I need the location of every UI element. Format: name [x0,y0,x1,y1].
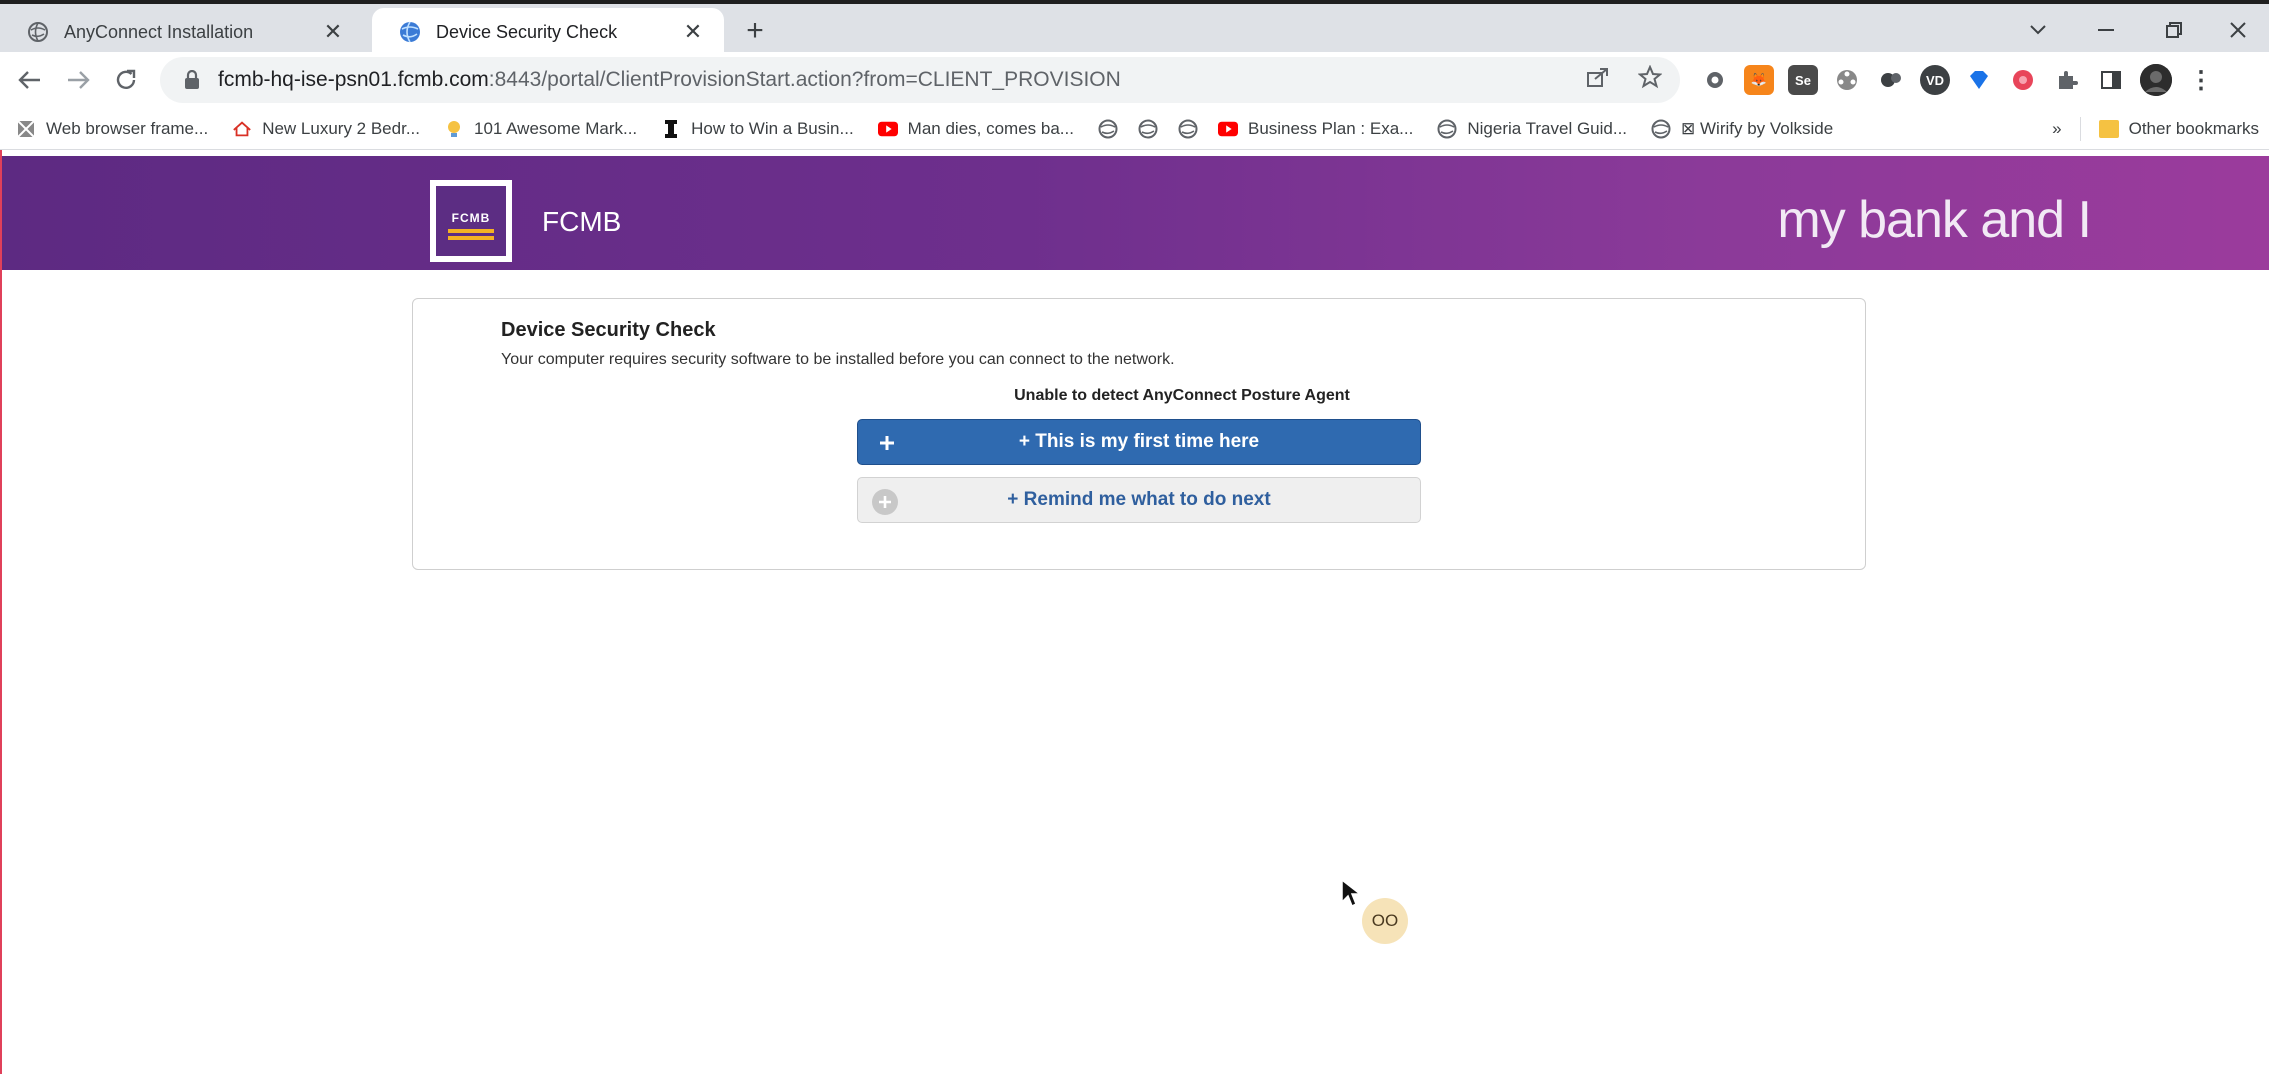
close-window-icon[interactable] [2208,10,2268,50]
restore-icon[interactable] [2144,10,2204,50]
minimize-icon[interactable] [2076,10,2136,50]
logo-mark: FCMB [436,186,506,256]
tab-close-icon[interactable]: ✕ [680,19,706,45]
metamask-fox-icon[interactable]: 🦊 [1744,65,1774,95]
chrome-menu-icon[interactable]: ⋮ [2186,65,2216,95]
bookmark-item[interactable]: Business Plan : Exa... [1217,118,1414,139]
tab-close-icon[interactable]: ✕ [320,19,346,45]
image-icon [16,119,36,139]
tab-title: AnyConnect Installation [64,21,254,42]
bookmark-item[interactable]: 101 Awesome Mark... [444,119,637,139]
shield-ext-icon[interactable] [1876,65,1906,95]
side-panel-icon[interactable] [2096,65,2126,95]
first-time-here-label: + This is my first time here [1018,431,1260,452]
bookmark-item[interactable] [1178,119,1198,139]
bookmark-label: Nigeria Travel Guid... [1467,118,1628,138]
bookmarks-bar: Web browser frame... New Luxury 2 Bedr..… [0,108,2269,150]
plus-icon [876,432,898,454]
bookmark-item[interactable]: New Luxury 2 Bedr... [232,119,420,139]
bookmark-item[interactable] [1138,119,1158,139]
header-banner: FCMB FCMB my bank and I [2,156,2269,270]
film-reel-ext-icon[interactable] [1832,65,1862,95]
bookmark-item[interactable]: Man dies, comes ba... [877,118,1074,139]
house-icon [232,119,252,139]
puzzle-extensions-icon[interactable] [2052,65,2082,95]
reload-icon[interactable] [106,60,146,100]
tab-strip: AnyConnect Installation ✕ Device Securit… [0,0,2269,56]
bookmarks-overflow-button[interactable]: » [2052,119,2061,139]
folder-icon [2098,120,2119,138]
tab-device-security-check[interactable]: Device Security Check ✕ [372,8,724,56]
logo-stripe [448,229,494,233]
globe-blue-icon [398,20,422,44]
tagline: my bank and I [1777,191,2092,249]
selenium-ext-icon[interactable]: Se [1788,65,1818,95]
plus-circle-icon [872,489,898,515]
tab-search-chevron-icon[interactable] [2008,10,2068,50]
forward-arrow-icon[interactable] [58,60,98,100]
tab-title: Device Security Check [436,21,618,42]
bookmark-item[interactable] [1098,119,1118,139]
profile-avatar[interactable] [2140,64,2172,96]
globe-icon [1178,119,1198,139]
mouse-cursor-icon [1340,878,1363,913]
card-title: Device Security Check [501,319,716,341]
bookmark-label: Web browser frame... [46,118,209,138]
globe-icon [1651,119,1671,139]
bookmark-star-icon[interactable] [1637,64,1663,95]
vpn-ext-icon[interactable]: VD [1920,65,1950,95]
web-page: FCMB FCMB my bank and I Device Security … [0,150,2269,1074]
security-check-card: Device Security Check Your computer requ… [412,298,1866,570]
bookmark-label: Man dies, comes ba... [907,118,1074,138]
bookmark-item[interactable]: How to Win a Busin... [661,119,854,139]
bookmarks-right: » Other bookmarks [2052,108,2259,150]
posture-status: Unable to detect AnyConnect Posture Agen… [1014,387,1350,404]
bookmarks-divider [2079,117,2081,141]
bulb-icon [444,119,464,139]
url-text: fcmb-hq-ise-psn01.fcmb.com:8443/portal/C… [218,68,1121,92]
url-host: fcmb-hq-ise-psn01.fcmb.com [218,68,489,91]
other-bookmarks-folder[interactable]: Other bookmarks [2098,119,2259,139]
logo-text: FCMB [451,211,491,225]
logo-stripe [448,236,494,240]
bookmark-label: Business Plan : Exa... [1247,118,1414,138]
bookmark-label: ⊠ Wirify by Volkside [1681,118,1834,138]
address-bar[interactable]: fcmb-hq-ise-psn01.fcmb.com:8443/portal/C… [160,57,1680,103]
omnibox-actions [1586,57,1663,103]
youtube-icon [1217,119,1238,139]
ibeam-icon [661,119,681,139]
share-icon[interactable] [1586,66,1610,94]
new-tab-button[interactable]: + [738,14,772,48]
extensions-bar: 🦊 Se VD ⋮ [1700,60,2216,100]
bookmark-label: How to Win a Busin... [691,118,854,138]
back-arrow-icon[interactable] [10,60,50,100]
bookmark-label: 101 Awesome Mark... [474,118,638,138]
diamond-ext-icon[interactable] [1964,65,1994,95]
youtube-icon [877,119,898,139]
remind-me-button[interactable]: + Remind me what to do next [857,477,1421,523]
lock-icon[interactable] [180,68,204,92]
bookmark-item[interactable]: ⊠ Wirify by Volkside [1651,119,1833,139]
first-time-here-button[interactable]: + This is my first time here [857,419,1421,465]
globe-icon [1138,119,1158,139]
settings-gear-ext-icon[interactable] [1700,65,1730,95]
pocket-ext-icon[interactable] [2008,65,2038,95]
bookmark-item[interactable]: Nigeria Travel Guid... [1437,119,1627,139]
fcmb-logo: FCMB [430,180,512,262]
bookmark-label: New Luxury 2 Bedr... [262,118,420,138]
globe-icon [1437,119,1457,139]
card-description: Your computer requires security software… [501,351,1175,368]
browser-window: AnyConnect Installation ✕ Device Securit… [0,0,2269,1074]
bookmark-item[interactable]: Web browser frame... [16,119,208,139]
browser-toolbar: fcmb-hq-ise-psn01.fcmb.com:8443/portal/C… [0,52,2269,108]
tab-anyconnect-installation[interactable]: AnyConnect Installation ✕ [0,8,364,56]
globe-icon [26,20,50,44]
remind-me-label: + Remind me what to do next [1007,489,1271,510]
other-bookmarks-label: Other bookmarks [2128,119,2259,138]
globe-icon [1098,119,1118,139]
brand-name: FCMB [542,206,622,237]
overlay-badge[interactable]: OO [1362,898,1408,944]
url-path: :8443/portal/ClientProvisionStart.action… [488,68,1121,91]
